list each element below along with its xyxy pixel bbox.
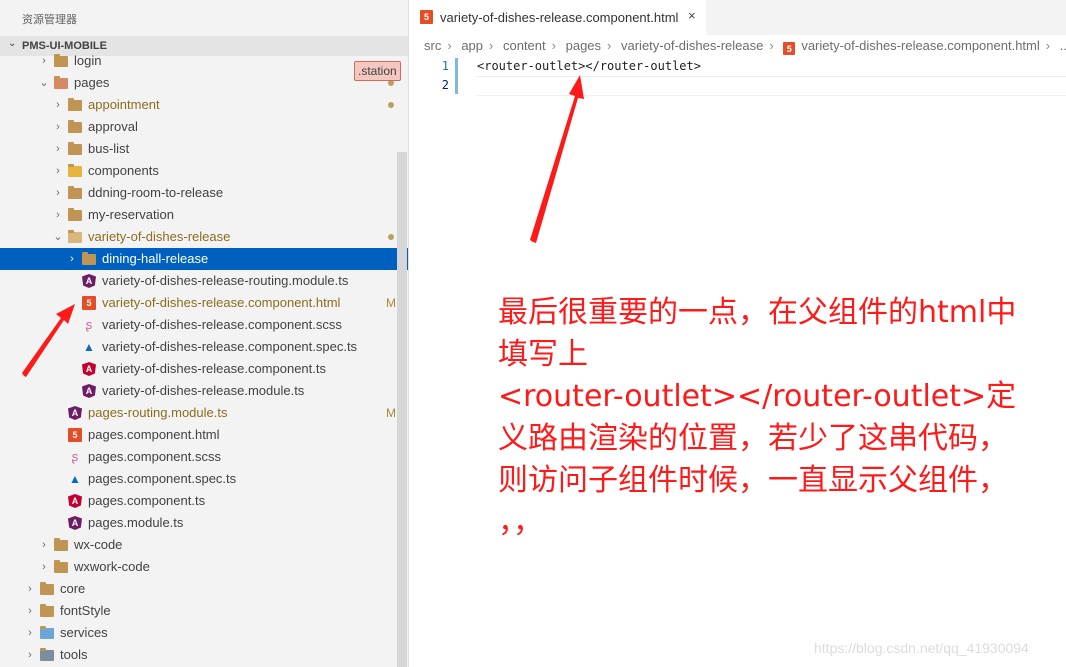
watermark: https://blog.csdn.net/qq_41930094: [814, 640, 1029, 656]
arrow-to-file: [22, 304, 75, 377]
annotation-arrows: [22, 75, 584, 377]
arrow-to-code: [530, 75, 584, 243]
